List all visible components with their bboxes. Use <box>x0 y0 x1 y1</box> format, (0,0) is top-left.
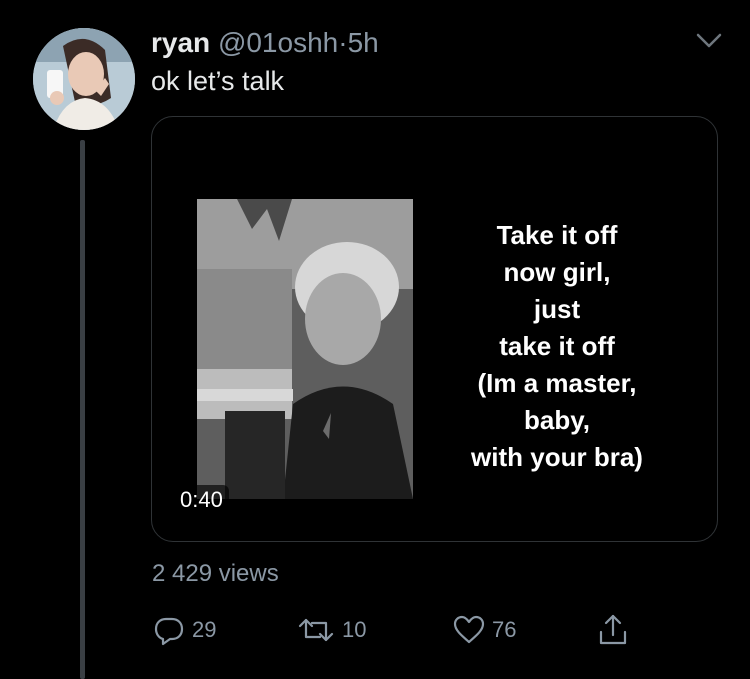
tweet-time[interactable]: 5h <box>348 27 379 58</box>
caption-line: now girl, <box>503 257 611 287</box>
caption-line: (Im a master, <box>477 368 637 398</box>
chevron-down-icon[interactable] <box>695 32 723 50</box>
video-caption: Take it off now girl, just take it off (… <box>437 217 677 476</box>
reply-button[interactable]: 29 <box>152 612 216 648</box>
video-thumbnail[interactable] <box>197 199 413 499</box>
caption-line: baby, <box>524 405 590 435</box>
like-button[interactable]: 76 <box>452 612 516 648</box>
heart-icon <box>452 613 486 647</box>
display-name[interactable]: ryan <box>151 27 210 58</box>
avatar[interactable] <box>33 28 135 130</box>
retweet-button[interactable]: 10 <box>296 612 366 648</box>
share-button[interactable] <box>596 612 630 648</box>
caption-line: take it off <box>499 331 615 361</box>
reply-count: 29 <box>192 617 217 642</box>
tweet-text: ok let’s talk <box>151 66 285 96</box>
caption-line: Take it off <box>496 220 618 250</box>
separator-dot: · <box>338 27 348 58</box>
retweet-icon <box>296 613 336 647</box>
video-card[interactable]: Take it off now girl, just take it off (… <box>151 116 718 542</box>
caption-line: with your bra) <box>471 442 643 472</box>
video-duration-badge: 0:40 <box>174 485 229 515</box>
thread-connector-line <box>80 140 85 679</box>
caption-line: just <box>533 294 581 324</box>
share-icon <box>596 612 630 648</box>
view-count: 2 429 views <box>152 560 279 587</box>
reply-icon <box>152 613 186 647</box>
like-count: 76 <box>492 617 517 642</box>
retweet-count: 10 <box>342 617 367 642</box>
tweet-header: ryan @01oshh·5h <box>151 27 379 59</box>
user-handle[interactable]: @01oshh <box>218 27 338 58</box>
